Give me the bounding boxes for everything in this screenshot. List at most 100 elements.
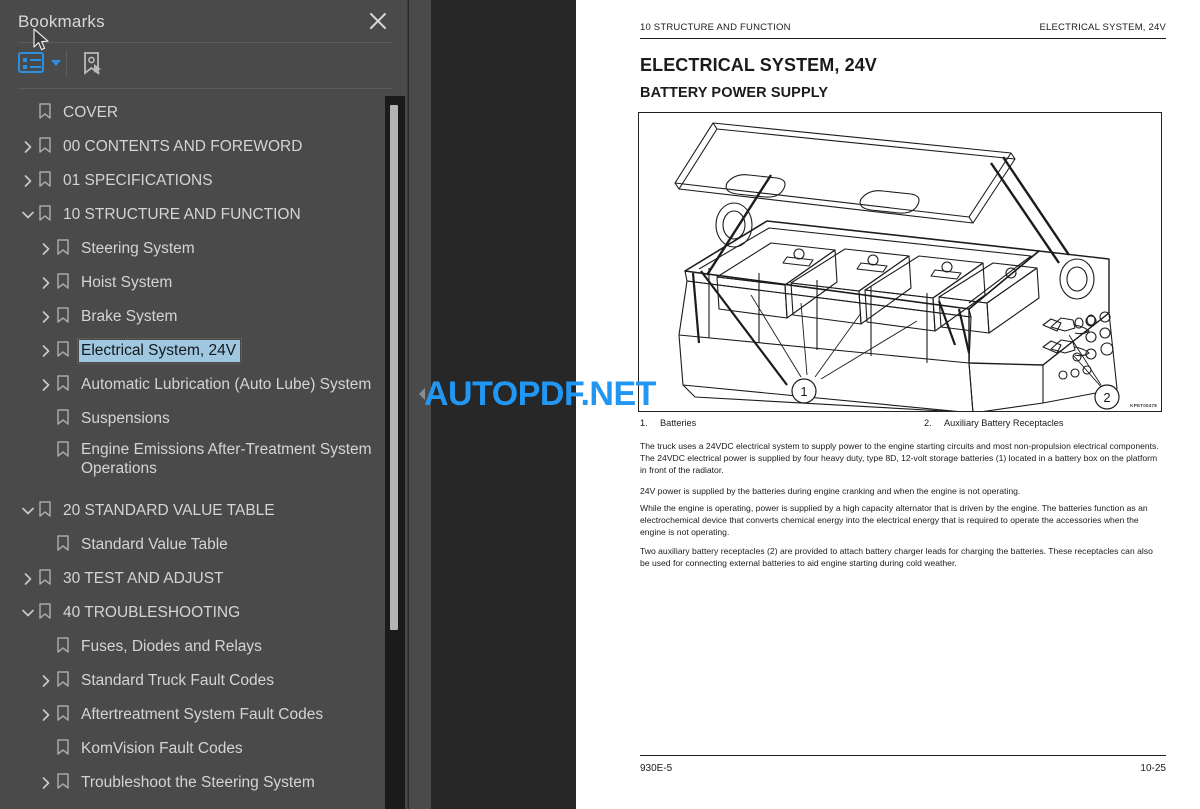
battery-box-line-drawing: 1 2 xyxy=(674,122,1120,411)
bookmark-item-label: Standard Truck Fault Codes xyxy=(81,672,274,690)
scrollbar-thumb[interactable] xyxy=(390,105,398,630)
legend-number: 1. xyxy=(640,418,648,428)
bookmark-icon xyxy=(54,306,72,329)
bookmark-item-label: 40 TROUBLESHOOTING xyxy=(63,604,241,622)
figure-code: KPET00478 xyxy=(1130,403,1157,408)
bookmark-icon xyxy=(54,340,72,363)
chevron-right-icon[interactable] xyxy=(38,241,54,257)
chevron-right-icon[interactable] xyxy=(38,377,54,393)
chevron-right-icon[interactable] xyxy=(20,571,36,587)
panel-title: Bookmarks xyxy=(18,12,105,31)
bookmark-item-label: Troubleshoot the Steering System xyxy=(81,774,315,792)
bookmark-item[interactable]: Automatic Lubrication (Auto Lube) System xyxy=(0,368,407,402)
bookmark-item-label: 10 STRUCTURE AND FUNCTION xyxy=(63,206,301,224)
legend-item-2: 2. Auxiliary Battery Receptacles xyxy=(924,418,1064,428)
chevron-right-icon[interactable] xyxy=(38,309,54,325)
bookmark-icon xyxy=(36,204,54,227)
bookmark-item[interactable]: Suspensions xyxy=(0,402,407,436)
bookmark-icon xyxy=(36,602,54,625)
chevron-down-icon[interactable] xyxy=(51,59,61,66)
bookmarks-toolbar xyxy=(0,44,407,90)
chevron-right-icon[interactable] xyxy=(38,707,54,723)
bookmarks-tree[interactable]: COVER 00 CONTENTS AND FOREWORD 01 SPECIFIC… xyxy=(0,96,407,809)
running-header-right: ELECTRICAL SYSTEM, 24V xyxy=(1039,22,1166,33)
collapse-left-arrow-icon[interactable] xyxy=(416,385,428,403)
bookmark-icon xyxy=(54,272,72,295)
bookmark-item-label: Aftertreatment System Fault Codes xyxy=(81,706,324,724)
bookmarks-panel: Bookmarks COVER 00 CONTENTS AND FOREWORD 0… xyxy=(0,0,408,809)
page-title: ELECTRICAL SYSTEM, 24V xyxy=(640,55,877,75)
bookmark-icon xyxy=(36,136,54,159)
bookmark-item[interactable]: 30 TEST AND ADJUST xyxy=(0,562,407,596)
chevron-right-icon[interactable] xyxy=(38,343,54,359)
bookmark-item[interactable]: Hoist System xyxy=(0,266,407,300)
chevron-right-icon[interactable] xyxy=(20,173,36,189)
body-paragraph: The truck uses a 24VDC electrical system… xyxy=(640,441,1159,476)
bookmark-item-label: Hoist System xyxy=(81,274,173,292)
close-icon[interactable] xyxy=(365,8,391,34)
bookmark-item-label: 00 CONTENTS AND FOREWORD xyxy=(63,138,303,156)
bookmark-item-label: 20 STANDARD VALUE TABLE xyxy=(63,502,275,520)
chevron-right-icon[interactable] xyxy=(20,139,36,155)
bookmark-icon xyxy=(54,670,72,693)
bookmark-icon xyxy=(36,568,54,591)
legend-label: Batteries xyxy=(660,418,697,428)
bookmark-item[interactable]: 01 SPECIFICATIONS xyxy=(0,164,407,198)
svg-text:2: 2 xyxy=(1103,390,1110,405)
bookmark-item[interactable]: Troubleshoot the Steering System xyxy=(0,766,407,800)
mouse-cursor xyxy=(33,28,51,59)
chevron-down-icon[interactable] xyxy=(20,605,36,621)
page-subtitle: BATTERY POWER SUPPLY xyxy=(640,85,829,101)
bookmark-item[interactable]: Fuses, Diodes and Relays xyxy=(0,630,407,664)
bookmark-item[interactable]: KomVision Fault Codes xyxy=(0,732,407,766)
bookmark-icon xyxy=(54,408,72,431)
bookmark-item[interactable]: 10 STRUCTURE AND FUNCTION xyxy=(0,198,407,232)
bookmark-item[interactable]: 00 CONTENTS AND FOREWORD xyxy=(0,130,407,164)
chevron-right-icon[interactable] xyxy=(38,673,54,689)
bookmark-item[interactable]: Standard Truck Fault Codes xyxy=(0,664,407,698)
bookmark-icon xyxy=(54,534,72,557)
chevron-down-icon[interactable] xyxy=(20,207,36,223)
bookmark-icon xyxy=(54,738,72,761)
chevron-right-icon[interactable] xyxy=(38,775,54,791)
bookmark-icon xyxy=(54,238,72,261)
bookmark-item[interactable]: Brake System xyxy=(0,300,407,334)
panel-splitter[interactable] xyxy=(409,0,431,809)
bookmark-item-label: Engine Emissions After-Treatment System … xyxy=(81,441,372,478)
bookmarks-panel-header: Bookmarks xyxy=(0,0,407,44)
legend-number: 2. xyxy=(924,418,932,428)
bookmark-item[interactable]: Steering System xyxy=(0,232,407,266)
bookmark-icon xyxy=(54,636,72,659)
bookmark-item[interactable]: COVER xyxy=(0,96,407,130)
bookmark-item-label: 01 SPECIFICATIONS xyxy=(63,172,213,190)
legend-label: Auxiliary Battery Receptacles xyxy=(944,418,1064,428)
chevron-right-icon[interactable] xyxy=(38,275,54,291)
figure-legend: 1. Batteries 2. Auxiliary Battery Recept… xyxy=(640,418,1160,428)
bookmark-item-label: KomVision Fault Codes xyxy=(81,740,243,758)
bookmark-item-label: Steering System xyxy=(81,240,195,258)
bookmark-item-label: Brake System xyxy=(81,308,178,326)
new-bookmark-pointer-icon[interactable] xyxy=(78,50,106,83)
bookmark-item[interactable]: Aftertreatment System Fault Codes xyxy=(0,698,407,732)
bookmark-item[interactable]: Electrical System, 24V xyxy=(0,334,407,368)
bookmark-item[interactable]: Engine Emissions After-Treatment System … xyxy=(0,436,407,494)
bookmark-icon xyxy=(36,102,54,125)
chevron-down-icon[interactable] xyxy=(20,503,36,519)
bookmark-item[interactable]: 20 STANDARD VALUE TABLE xyxy=(0,494,407,528)
sidebar-scrollbar[interactable] xyxy=(385,96,405,809)
bookmark-icon xyxy=(36,170,54,193)
svg-text:1: 1 xyxy=(800,384,807,399)
bookmark-item-label: COVER xyxy=(63,104,119,122)
toolbar-divider xyxy=(66,50,67,76)
running-header-left: 10 STRUCTURE AND FUNCTION xyxy=(640,22,791,33)
header-rule xyxy=(640,38,1166,40)
bookmark-item[interactable]: Standard Value Table xyxy=(0,528,407,562)
footer-page-number: 10-25 xyxy=(1140,763,1166,774)
bookmark-item[interactable]: 40 TROUBLESHOOTING xyxy=(0,596,407,630)
footer-rule xyxy=(640,755,1166,757)
bookmark-item-label: Electrical System, 24V xyxy=(76,337,243,365)
